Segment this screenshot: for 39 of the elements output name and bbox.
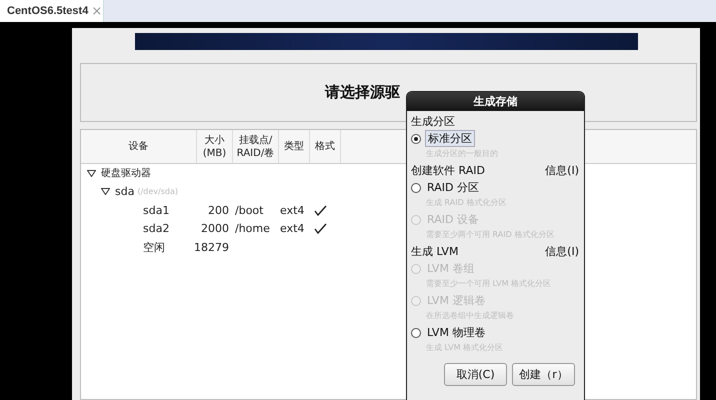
radio-button[interactable] — [411, 328, 421, 338]
mount-cell: /boot — [235, 204, 264, 217]
expander-icon[interactable] — [87, 170, 96, 177]
size-cell: 18279 — [194, 240, 229, 254]
device-name: sda1 — [143, 204, 170, 217]
radio-button[interactable] — [411, 134, 421, 144]
create-button[interactable]: 创建（r） — [512, 363, 575, 386]
type-cell: ext4 — [280, 204, 304, 217]
option-label: LVM 物理卷 — [426, 325, 486, 340]
column-header[interactable]: 设备 — [81, 130, 197, 163]
dialog-title: 生成存储 — [407, 92, 584, 111]
option-label: RAID 分区 — [426, 180, 480, 195]
device-name: sda — [115, 185, 134, 198]
column-header[interactable]: 格式 — [310, 130, 341, 163]
cancel-button[interactable]: 取消(C) — [444, 363, 507, 386]
section-title: 生成分区 — [411, 114, 455, 129]
device-name: sda2 — [143, 222, 170, 236]
column-header[interactable]: 大小 (MB) — [197, 130, 233, 163]
device-name: 硬盘驱动器 — [101, 167, 151, 180]
section-title: 生成 LVM — [411, 244, 458, 259]
section-title: 创建软件 RAID — [411, 163, 485, 178]
page-heading: 请选择源驱 — [325, 83, 400, 102]
info-link[interactable]: 信息(I) — [545, 163, 579, 178]
mount-cell: /home — [235, 222, 270, 236]
column-header[interactable]: 类型 — [279, 130, 310, 163]
vm-tab[interactable]: CentOS6.5test4 × — [0, 0, 104, 22]
radio-button[interactable] — [411, 182, 421, 192]
type-cell: ext4 — [280, 222, 304, 236]
checkmark-icon — [314, 223, 327, 234]
info-link[interactable]: 信息(I) — [545, 244, 579, 259]
size-cell: 200 — [208, 204, 229, 217]
checkmark-icon — [314, 204, 327, 216]
size-cell: 2000 — [201, 222, 229, 236]
option-label: 标准分区 — [425, 130, 475, 147]
column-header[interactable]: 挂载点/ RAID/卷 — [233, 130, 279, 163]
tab-title: CentOS6.5test4 — [7, 5, 88, 17]
device-path: (/dev/sda) — [137, 187, 178, 196]
device-name: 空闲 — [143, 240, 165, 255]
expander-icon[interactable] — [101, 188, 110, 196]
